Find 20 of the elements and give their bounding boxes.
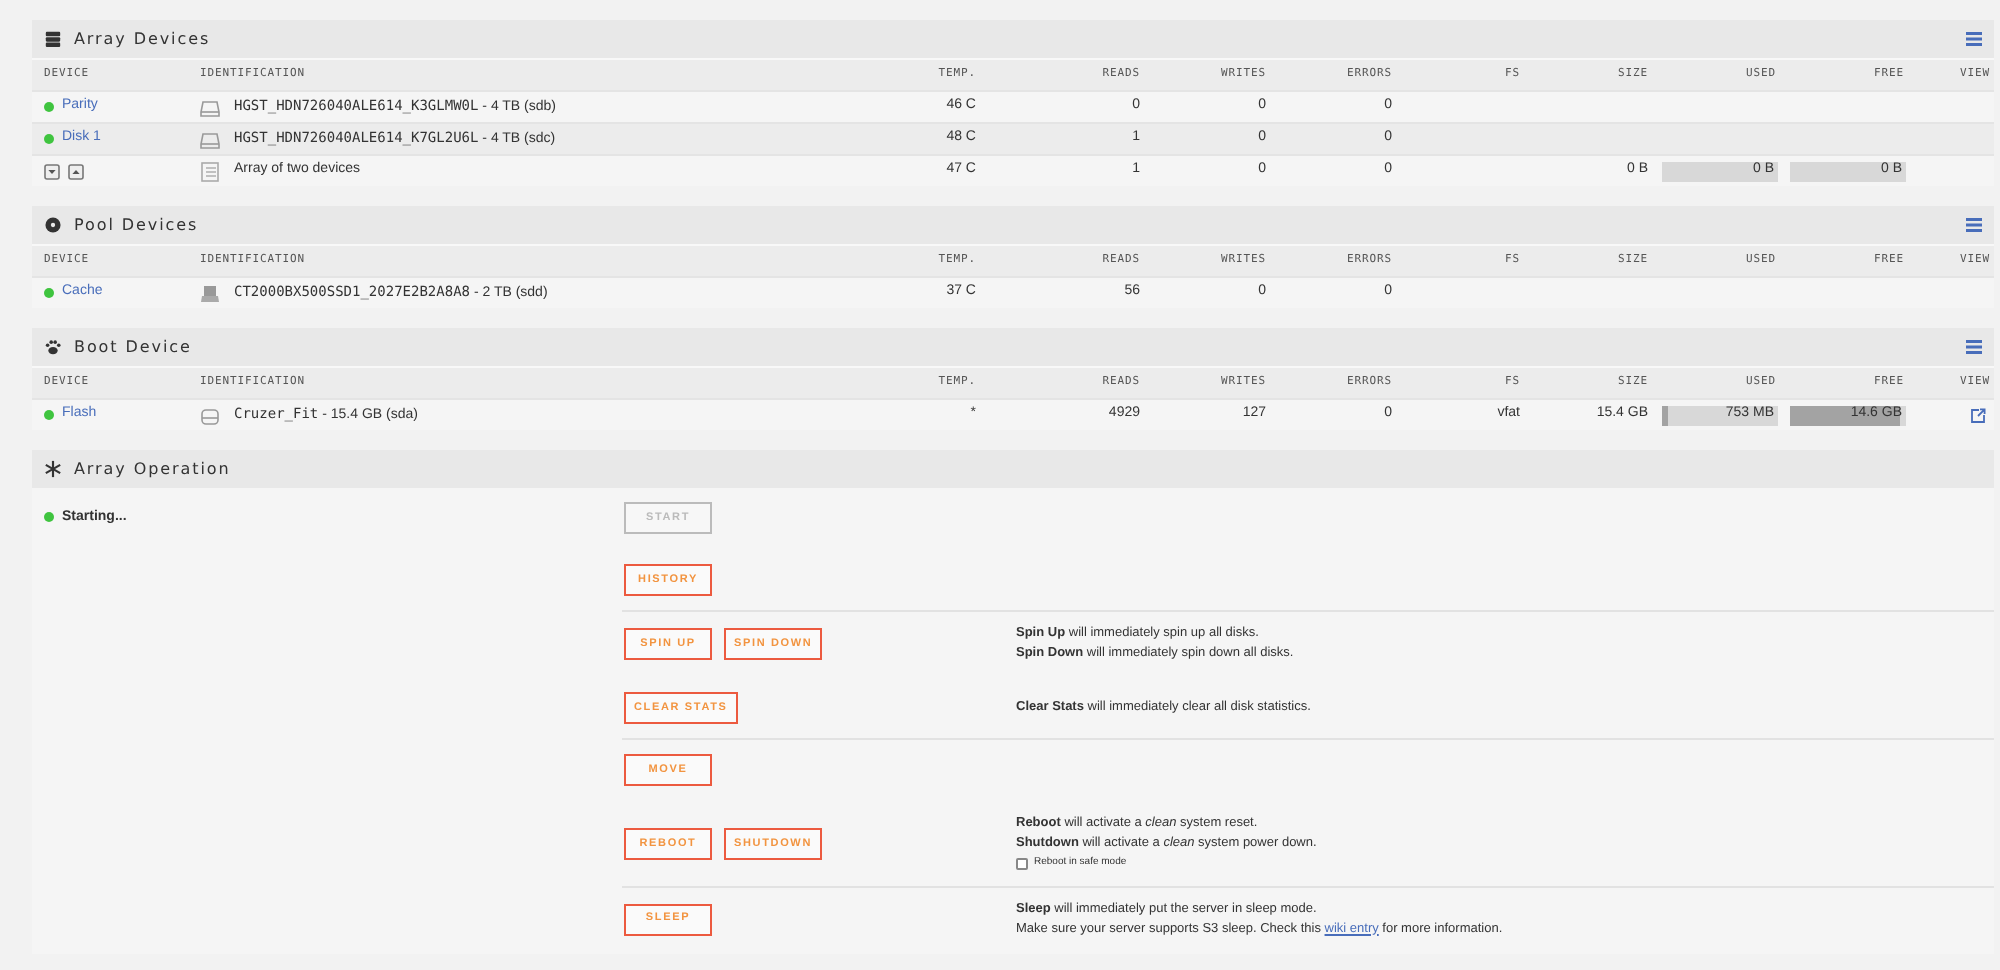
list-icon [200, 161, 220, 181]
usb-drive-icon [200, 405, 220, 425]
collapse-icon[interactable] [44, 163, 60, 179]
hard-drive-icon [200, 97, 220, 117]
menu-icon[interactable] [1966, 32, 1982, 46]
external-link-icon[interactable] [1970, 407, 1986, 423]
snowflake-icon [44, 460, 62, 478]
section-title: Pool Devices [74, 213, 199, 237]
menu-icon[interactable] [1966, 218, 1982, 232]
section-title: Array Operation [74, 457, 231, 481]
solid-state-drive-icon [200, 283, 220, 303]
checkbox[interactable] [1016, 857, 1028, 870]
section-title: Array Devices [74, 27, 211, 51]
disc-icon [44, 216, 62, 234]
expand-icon[interactable] [68, 163, 84, 179]
paw-icon [44, 338, 62, 356]
section-title: Boot Device [74, 335, 192, 359]
stack-icon [44, 30, 62, 48]
menu-icon[interactable] [1966, 340, 1982, 354]
hard-drive-icon [200, 129, 220, 149]
